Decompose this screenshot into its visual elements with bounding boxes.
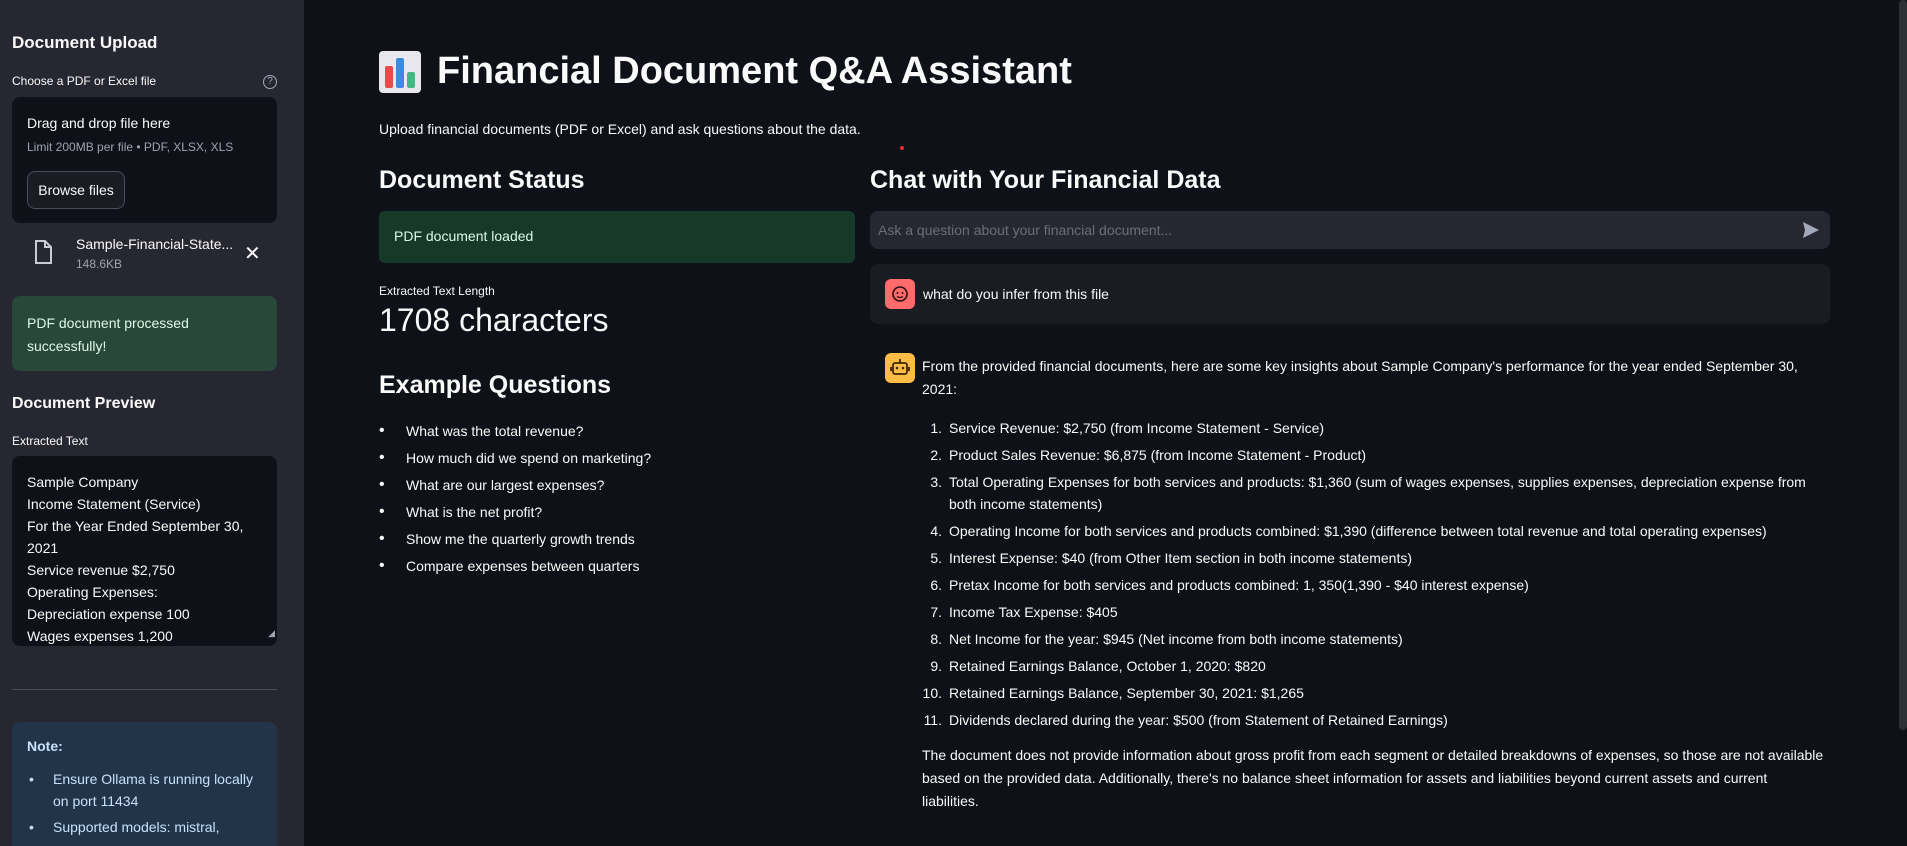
preview-line: Service revenue $2,750 (27, 562, 175, 578)
preview-line: For the Year Ended September 30, (27, 518, 244, 534)
preview-label: Extracted Text (12, 434, 88, 448)
dropzone-limit: Limit 200MB per file • PDF, XLSX, XLS (27, 140, 234, 154)
send-icon[interactable] (1802, 221, 1820, 239)
insight-item: 3. Total Operating Expenses for both serv… (930, 474, 1806, 512)
bot-avatar (885, 353, 915, 383)
example-question: Compare expenses between quarters (379, 556, 651, 583)
uploader-label: Choose a PDF or Excel file (12, 74, 157, 88)
sidebar-title: Document Upload (12, 33, 158, 52)
bot-message: From the provided financial documents, h… (922, 355, 1827, 813)
user-face-icon (892, 286, 908, 302)
resize-handle-icon[interactable]: ◢ (268, 622, 275, 644)
extracted-text-area[interactable]: Sample Company Income Statement (Service… (12, 456, 277, 646)
preview-line: Income Statement (Service) (27, 496, 201, 512)
example-question: What was the total revenue? (379, 421, 651, 448)
divider (12, 689, 277, 690)
close-icon[interactable]: ✕ (244, 241, 261, 266)
bot-insights-list: 1. Service Revenue: $2,750 (from Income S… (922, 417, 1827, 731)
user-message-text: what do you infer from this file (923, 286, 1109, 302)
bot-outro: The document does not provide informatio… (922, 747, 1824, 809)
example-questions-heading: Example Questions (379, 371, 612, 399)
note-title: Note: (27, 738, 63, 754)
chat-heading: Chat with Your Financial Data (870, 166, 1221, 194)
insight-item: 7. Income Tax Expense: $405 (930, 604, 1118, 620)
insight-item: 4. Operating Income for both services and… (930, 523, 1767, 539)
insight-item: 10. Retained Earnings Balance, September … (922, 685, 1304, 701)
example-question: How much did we spend on marketing? (379, 448, 651, 475)
preview-line: Operating Expenses: (27, 584, 158, 600)
insight-item: 11. Dividends declared during the year: $… (923, 712, 1448, 728)
file-name: Sample-Financial-State... (76, 236, 234, 252)
status-dot (900, 146, 904, 150)
preview-title: Document Preview (12, 395, 156, 412)
question-circle-icon[interactable]: ? (263, 75, 277, 89)
bot-intro: From the provided financial documents, h… (922, 358, 1798, 397)
document-loaded-alert: PDF document loaded (379, 211, 855, 263)
preview-line: Sample Company (27, 474, 139, 490)
metric-value: 1708 characters (379, 302, 609, 338)
dropzone-title: Drag and drop file here (27, 115, 171, 131)
insight-item: 5. Interest Expense: $40 (from Other Item… (930, 550, 1412, 566)
preview-line: Wages expenses 1,200 (27, 628, 173, 644)
example-question: What are our largest expenses? (379, 475, 651, 502)
insight-item: 9. Retained Earnings Balance, October 1, … (930, 658, 1266, 674)
page-title-text: Financial Document Q&A Assistant (437, 50, 1072, 92)
sidebar: Document Upload Choose a PDF or Excel fi… (0, 0, 304, 846)
preview-line: Depreciation expense 100 (27, 606, 190, 622)
success-alert: PDF document processed successfully! (12, 296, 277, 371)
file-dropzone[interactable]: Drag and drop file here Limit 200MB per … (12, 97, 277, 223)
user-avatar (885, 279, 915, 309)
chat-input-container (870, 211, 1830, 249)
chat-input[interactable] (878, 211, 1778, 249)
note-item: Ensure Ollama is running locally on port… (27, 768, 262, 812)
bar-chart-icon (379, 50, 421, 93)
info-note: Note: Ensure Ollama is running locally o… (12, 722, 277, 846)
insight-item: 6. Pretax Income for both services and pr… (930, 577, 1529, 593)
example-questions-list: What was the total revenue? How much did… (379, 421, 651, 583)
file-size: 148.6KB (76, 257, 123, 271)
insight-item: 1. Service Revenue: $2,750 (from Income S… (930, 420, 1325, 436)
uploaded-file: Sample-Financial-State... 148.6KB ✕ (32, 234, 277, 274)
file-icon (35, 240, 52, 264)
browse-files-button[interactable]: Browse files (27, 171, 125, 209)
page-subtitle: Upload financial documents (PDF or Excel… (379, 121, 861, 137)
metric-label: Extracted Text Length (379, 284, 495, 298)
example-question: Show me the quarterly growth trends (379, 529, 651, 556)
preview-line: 2021 (27, 540, 59, 556)
robot-icon (890, 359, 910, 375)
note-item: Supported models: mistral, (27, 816, 262, 838)
insight-item: 8. Net Income for the year: $945 (Net inc… (930, 631, 1403, 647)
insight-item: 2. Product Sales Revenue: $6,875 (from In… (930, 447, 1367, 463)
page-title: Financial Document Q&A Assistant (379, 50, 1072, 93)
user-message: what do you infer from this file (870, 264, 1830, 324)
example-question: What is the net profit? (379, 502, 651, 529)
main-scrollbar[interactable] (1899, 0, 1907, 730)
document-status-heading: Document Status (379, 166, 585, 194)
